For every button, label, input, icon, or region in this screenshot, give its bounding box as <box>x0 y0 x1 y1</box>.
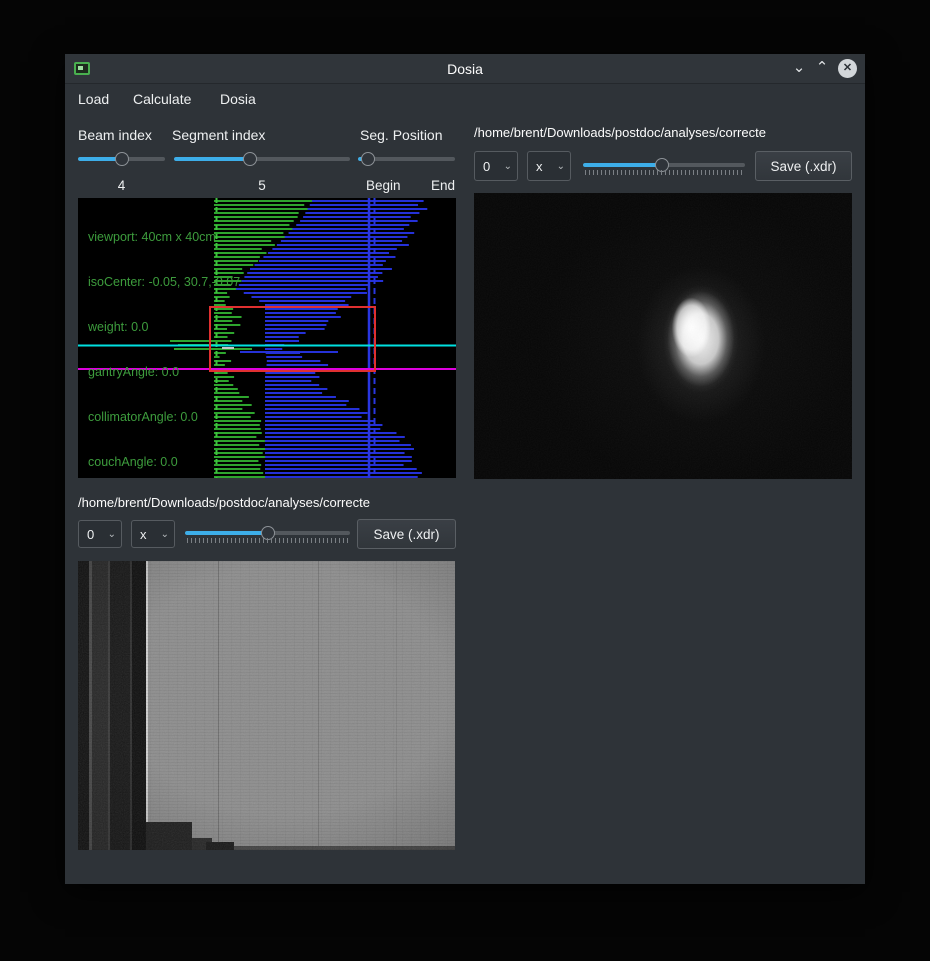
seg-position-label: Seg. Position <box>360 127 443 143</box>
slider-handle[interactable] <box>115 152 129 166</box>
left-index-combobox[interactable]: 0 ⌄ <box>78 520 122 548</box>
beam-index-label: Beam index <box>78 127 152 143</box>
collimator-angle-readout: collimatorAngle: 0.0 <box>88 410 240 425</box>
right-index-combobox[interactable]: 0 ⌄ <box>474 151 518 181</box>
menubar: Load Calculate Dosia <box>65 85 865 113</box>
combo-value: x <box>140 527 147 542</box>
dose-image-view <box>474 193 852 479</box>
left-axis-combobox[interactable]: x ⌄ <box>131 520 175 548</box>
chevron-down-icon: ⌄ <box>504 161 512 172</box>
slider-handle[interactable] <box>243 152 257 166</box>
epid-image-view <box>78 561 455 850</box>
combo-value: 0 <box>483 159 490 174</box>
slider-handle[interactable] <box>361 152 375 166</box>
right-file-path: /home/brent/Downloads/postdoc/analyses/c… <box>474 125 852 140</box>
menu-item-dosia[interactable]: Dosia <box>220 85 256 113</box>
slider-fill <box>185 531 268 535</box>
viewport-readout: viewport: 40cm x 40cm <box>88 230 240 245</box>
right-axis-combobox[interactable]: x ⌄ <box>527 151 571 181</box>
window-title: Dosia <box>447 54 483 84</box>
app-icon <box>74 62 90 75</box>
close-button[interactable]: ✕ <box>838 59 857 78</box>
begin-label: Begin <box>366 178 401 193</box>
beam-profile-plot[interactable]: viewport: 40cm x 40cm isoCenter: -0.05, … <box>78 198 456 478</box>
isocenter-readout: isoCenter: -0.05, 30.7,-0.07 <box>88 275 240 290</box>
app-window: Dosia ⌄ ⌃ ✕ Load Calculate Dosia Beam in… <box>65 54 865 884</box>
couch-angle-readout: couchAngle: 0.0 <box>88 455 240 470</box>
chevron-down-icon: ⌄ <box>557 161 565 172</box>
combo-value: x <box>536 159 543 174</box>
gantry-angle-readout: gantryAngle: 0.0 <box>88 365 240 380</box>
segment-index-slider[interactable] <box>174 151 350 167</box>
noise-overlay <box>474 193 852 479</box>
combo-value: 0 <box>87 527 94 542</box>
plot-overlay-text: viewport: 40cm x 40cm isoCenter: -0.05, … <box>88 200 240 478</box>
beam-index-value: 4 <box>78 178 165 193</box>
slider-groove[interactable] <box>174 157 350 161</box>
end-label: End <box>431 178 455 193</box>
left-save-xdr-button[interactable]: Save (.xdr) <box>357 519 456 549</box>
seg-position-range: Begin End <box>358 178 455 193</box>
slider-tick-marks <box>585 170 743 175</box>
seg-position-slider[interactable] <box>358 151 455 167</box>
noise-overlay <box>78 561 455 850</box>
menu-item-load[interactable]: Load <box>78 85 109 113</box>
beam-index-slider[interactable] <box>78 151 165 167</box>
chevron-up-icon[interactable]: ⌃ <box>812 54 832 84</box>
titlebar[interactable]: Dosia ⌄ ⌃ ✕ <box>65 54 865 84</box>
left-slice-slider[interactable] <box>185 525 350 545</box>
segment-index-label: Segment index <box>172 127 265 143</box>
weight-readout: weight: 0.0 <box>88 320 240 335</box>
left-file-path: /home/brent/Downloads/postdoc/analyses/c… <box>78 495 456 510</box>
chevron-down-icon: ⌄ <box>108 529 116 540</box>
right-slice-slider[interactable] <box>583 157 745 177</box>
chevron-down-icon[interactable]: ⌄ <box>789 54 809 84</box>
right-save-xdr-button[interactable]: Save (.xdr) <box>755 151 852 181</box>
slider-fill <box>583 163 662 167</box>
app-icon-screen <box>78 66 83 70</box>
chevron-down-icon: ⌄ <box>161 529 169 540</box>
slider-fill <box>174 157 250 161</box>
close-icon: ✕ <box>843 63 852 74</box>
desktop-background: Dosia ⌄ ⌃ ✕ Load Calculate Dosia Beam in… <box>0 0 930 961</box>
slider-tick-marks <box>187 538 348 543</box>
segment-index-value: 5 <box>174 178 350 193</box>
menu-item-calculate[interactable]: Calculate <box>133 85 191 113</box>
